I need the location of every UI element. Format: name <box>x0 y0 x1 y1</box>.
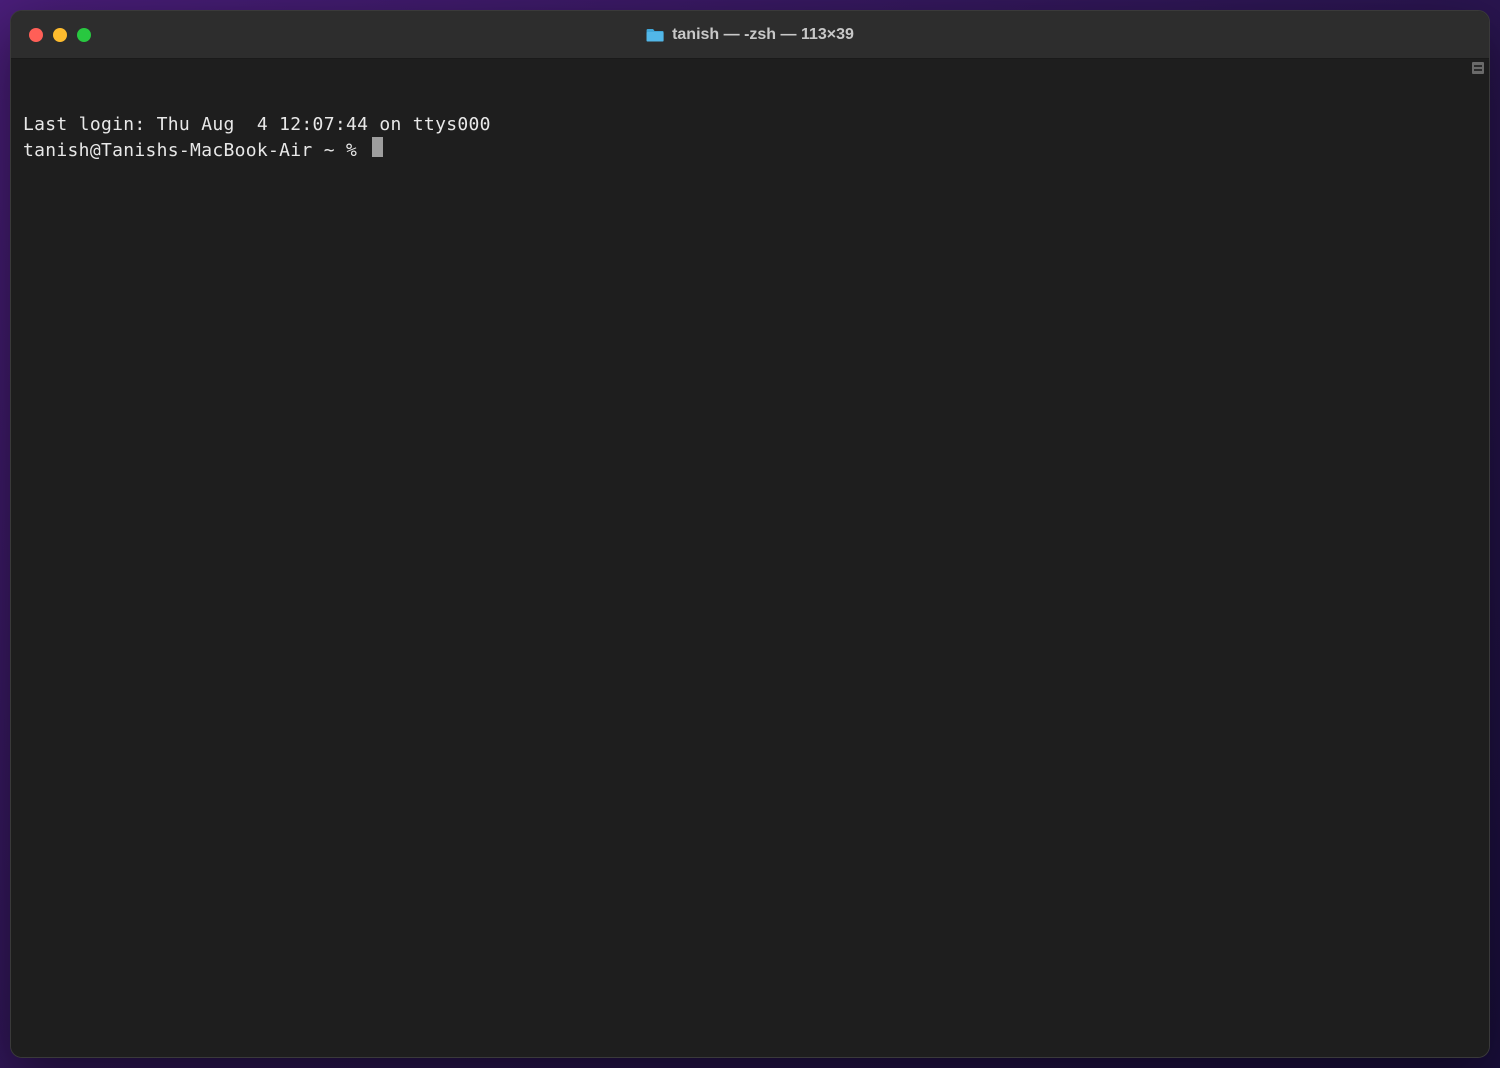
close-button[interactable] <box>29 28 43 42</box>
terminal-window: tanish — -zsh — 113×39 Last login: Thu A… <box>10 10 1490 1058</box>
prompt-text: tanish@Tanishs-MacBook-Air ~ % <box>23 139 368 163</box>
zoom-button[interactable] <box>77 28 91 42</box>
prompt-line: tanish@Tanishs-MacBook-Air ~ % <box>23 136 1477 163</box>
title-bar[interactable]: tanish — -zsh — 113×39 <box>11 11 1489 59</box>
scrollbar-indicator-icon <box>1469 59 1487 77</box>
terminal-body[interactable]: Last login: Thu Aug 4 12:07:44 on ttys00… <box>11 59 1489 1057</box>
traffic-lights <box>29 28 91 42</box>
window-title-container: tanish — -zsh — 113×39 <box>646 26 854 44</box>
folder-icon <box>646 27 664 43</box>
cursor <box>372 137 383 157</box>
last-login-line: Last login: Thu Aug 4 12:07:44 on ttys00… <box>23 113 1477 137</box>
minimize-button[interactable] <box>53 28 67 42</box>
window-title: tanish — -zsh — 113×39 <box>672 26 854 44</box>
